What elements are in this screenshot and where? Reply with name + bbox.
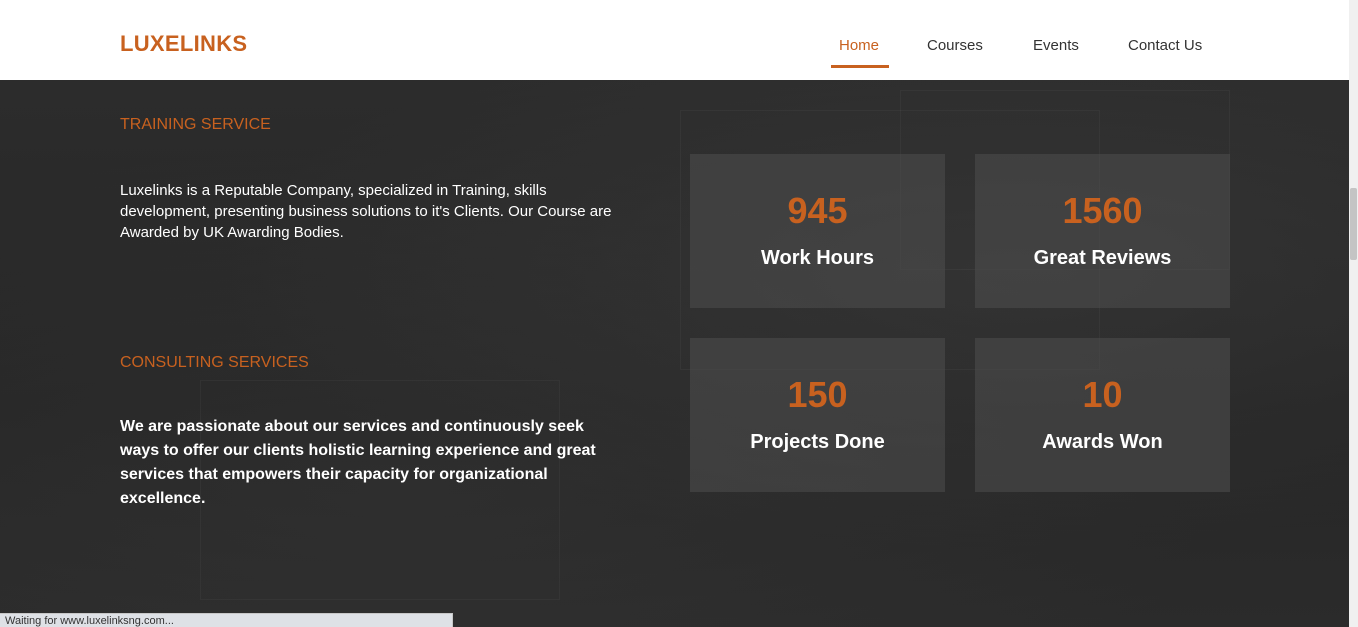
- stat-label: Great Reviews: [1033, 247, 1172, 269]
- stat-value: 150: [787, 374, 848, 415]
- consulting-services-text: We are passionate about our services and…: [120, 418, 596, 507]
- navbar: LUXELINKS Home Courses Events Contact Us: [0, 0, 1349, 80]
- nav-home[interactable]: Home: [839, 37, 879, 54]
- consulting-services-title: CONSULTING SERVICES: [120, 354, 309, 371]
- brand-logo[interactable]: LUXELINKS: [120, 31, 247, 57]
- page-scrollbar[interactable]: [1349, 0, 1358, 627]
- scrollbar-thumb[interactable]: [1350, 188, 1357, 260]
- nav-contact-us[interactable]: Contact Us: [1128, 37, 1202, 54]
- stat-label: Work Hours: [761, 247, 874, 269]
- stat-value: 10: [1082, 374, 1123, 415]
- training-service-title: TRAINING SERVICE: [120, 116, 271, 133]
- stat-label: Awards Won: [1042, 431, 1163, 453]
- nav-courses[interactable]: Courses: [927, 37, 983, 54]
- stat-value: 945: [787, 190, 848, 231]
- training-service-text: Luxelinks is a Reputable Company, specia…: [120, 182, 612, 241]
- stat-card-great-reviews: 1560 Great Reviews: [975, 154, 1230, 308]
- nav-events[interactable]: Events: [1033, 37, 1079, 54]
- stat-card-awards-won: 10 Awards Won: [975, 338, 1230, 492]
- stat-label: Projects Done: [750, 431, 885, 453]
- hero-section: TRAINING SERVICE Luxelinks is a Reputabl…: [0, 80, 1349, 627]
- browser-status-bar: Waiting for www.luxelinksng.com...: [0, 613, 453, 627]
- stat-value: 1560: [1062, 190, 1143, 231]
- stat-card-work-hours: 945 Work Hours: [690, 154, 945, 308]
- nav-active-indicator: [831, 65, 889, 68]
- stat-card-projects-done: 150 Projects Done: [690, 338, 945, 492]
